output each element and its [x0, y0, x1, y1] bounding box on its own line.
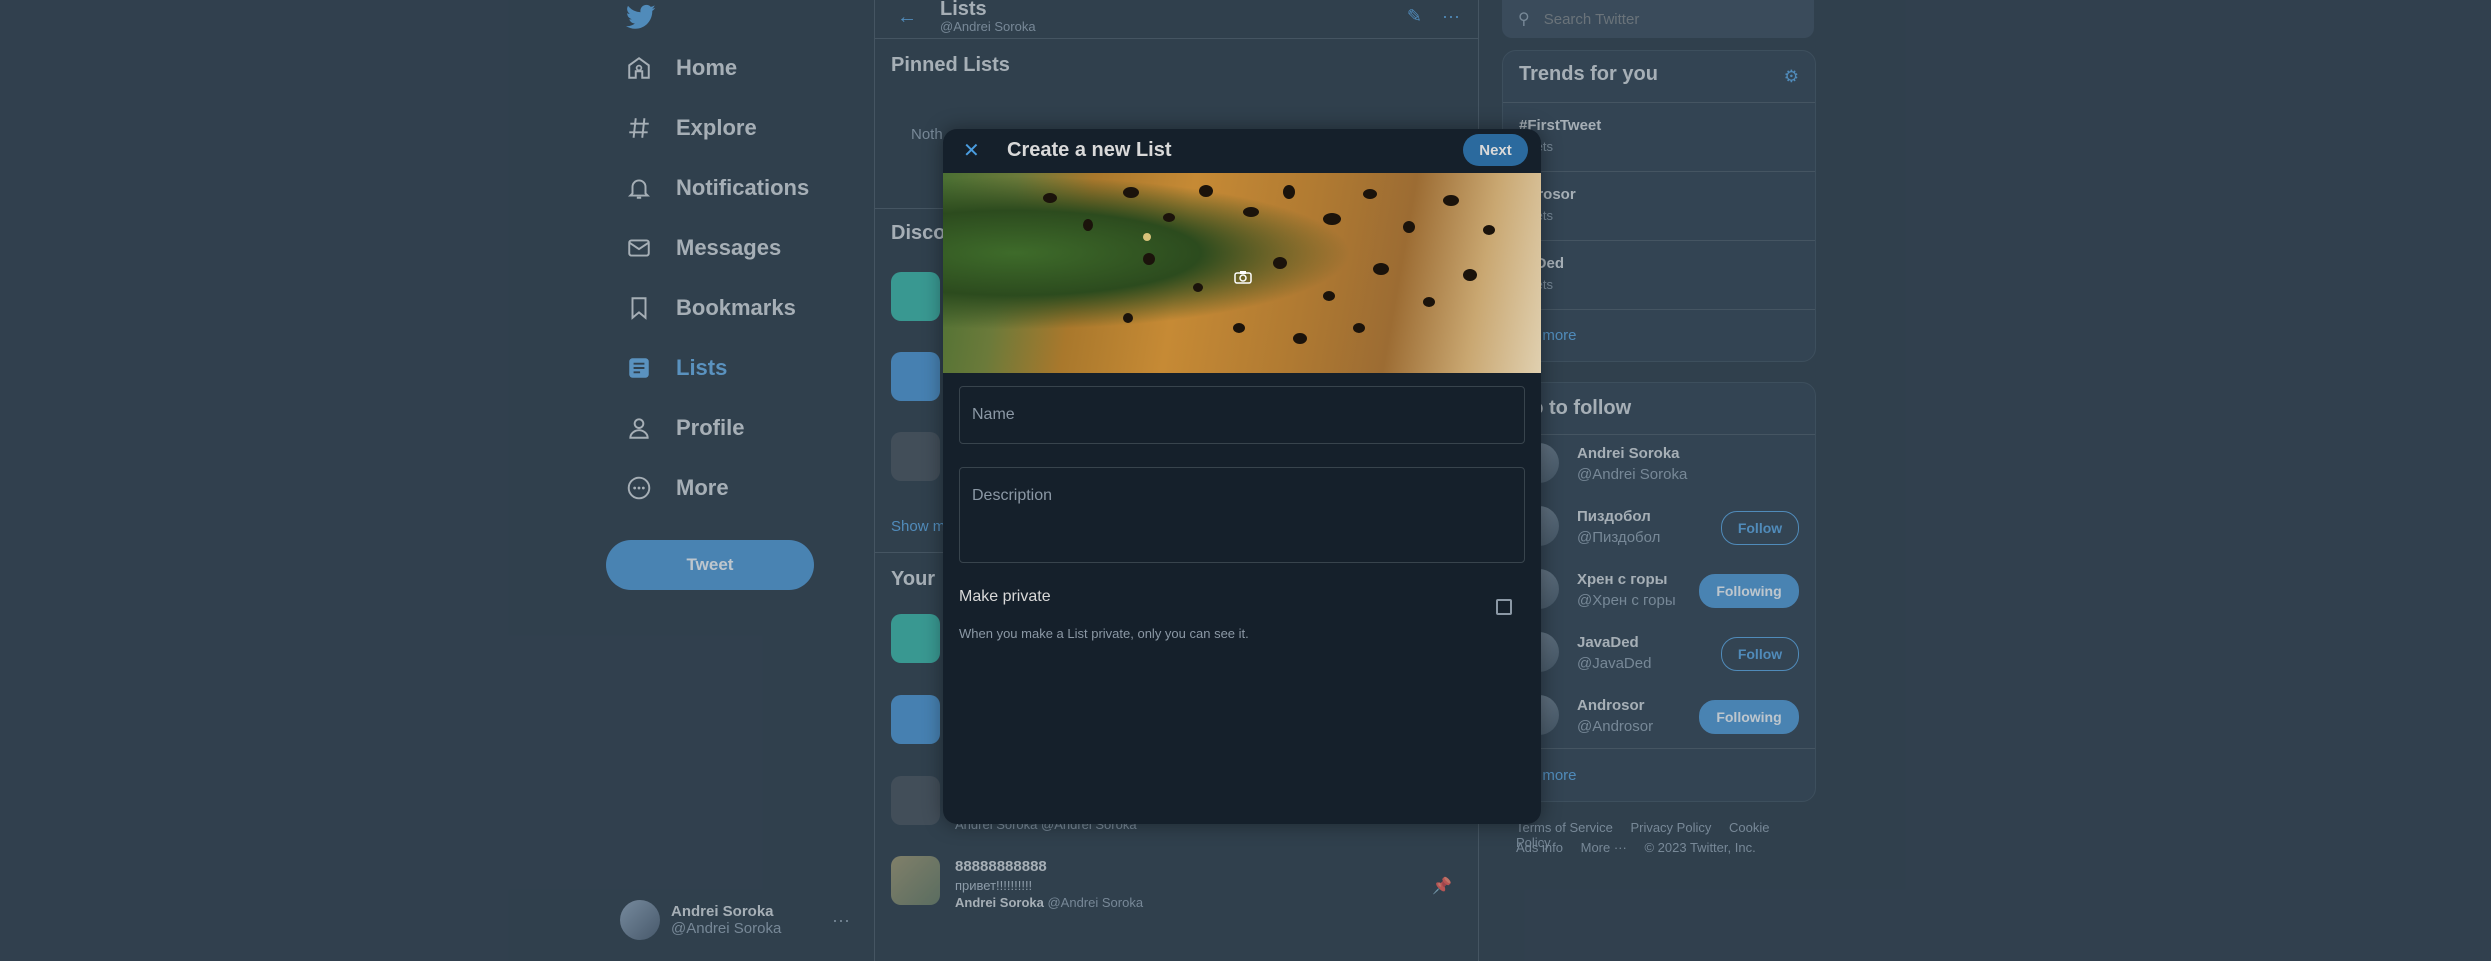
description-field[interactable]: Description [959, 467, 1525, 563]
dialog-title: Create a new List [1007, 139, 1172, 161]
make-private-help: When you make a List private, only you c… [959, 626, 1249, 641]
description-placeholder: Description [972, 487, 1053, 504]
next-button[interactable]: Next [1463, 134, 1528, 166]
close-icon[interactable]: ✕ [963, 138, 980, 163]
list-banner-image[interactable] [943, 173, 1541, 373]
make-private-checkbox[interactable] [1496, 599, 1512, 615]
camera-icon[interactable] [1234, 270, 1252, 284]
name-placeholder: Name [972, 406, 1015, 423]
dialog-header: ✕ Create a new List Next [943, 129, 1541, 173]
make-private-label: Make private [959, 588, 1051, 605]
create-list-dialog: ✕ Create a new List Next Name Descriptio… [943, 129, 1541, 824]
name-field[interactable]: Name [959, 386, 1525, 444]
